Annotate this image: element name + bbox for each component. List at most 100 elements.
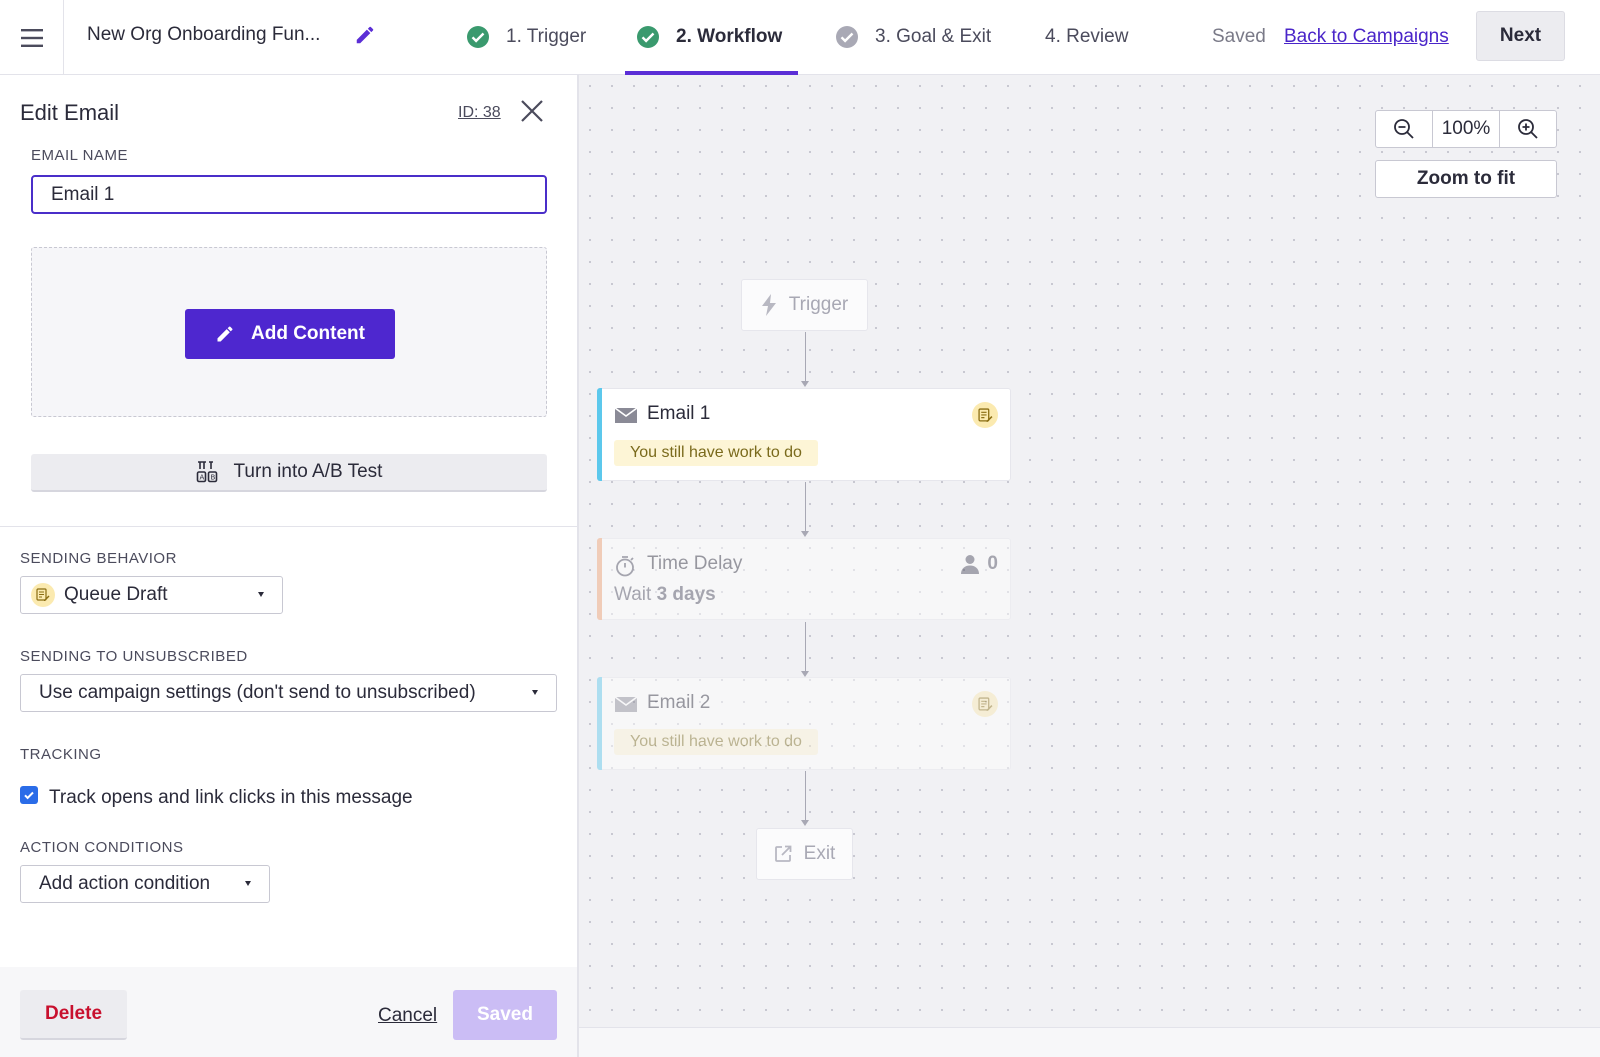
add-content-button[interactable]: Add Content xyxy=(185,309,395,359)
add-content-label: Add Content xyxy=(251,323,365,344)
saved-button: Saved xyxy=(453,990,557,1040)
tracking-checkbox-label: Track opens and link clicks in this mess… xyxy=(49,787,413,808)
delay-description: Wait 3 days xyxy=(614,584,716,606)
unsubscribed-select[interactable]: Use campaign settings (don't send to uns… xyxy=(20,674,557,712)
checkmark-icon xyxy=(24,791,34,800)
draft-status-icon xyxy=(972,402,998,428)
saved-status: Saved xyxy=(1212,26,1266,47)
check-circle-icon xyxy=(836,26,858,48)
step-workflow[interactable]: 2. Workflow xyxy=(636,22,782,52)
panel-divider xyxy=(0,526,577,527)
email-1-status: You still have work to do xyxy=(614,440,818,466)
email-id-link[interactable]: ID: 38 xyxy=(458,104,501,122)
unsubscribed-label: SENDING TO UNSUBSCRIBED xyxy=(20,648,248,665)
svg-text:B: B xyxy=(210,474,215,482)
action-conditions-label: ACTION CONDITIONS xyxy=(20,839,184,856)
stopwatch-icon xyxy=(616,556,634,577)
draft-status-icon xyxy=(972,691,998,717)
sending-behavior-select[interactable]: Queue Draft xyxy=(20,576,283,614)
exit-icon xyxy=(774,845,792,862)
connector-arrow xyxy=(801,381,809,387)
zoom-in-icon xyxy=(1518,119,1538,139)
envelope-icon xyxy=(614,407,638,423)
next-button[interactable]: Next xyxy=(1476,11,1565,61)
exit-node[interactable]: Exit xyxy=(756,828,853,880)
ab-test-icon: AB xyxy=(196,461,217,483)
email-2-title: Email 2 xyxy=(647,692,711,713)
chevron-down-icon xyxy=(532,690,538,695)
step-workflow-label: 2. Workflow xyxy=(676,26,783,47)
step-review[interactable]: 4. Review xyxy=(1045,22,1128,52)
step-trigger-label: 1. Trigger xyxy=(506,26,587,47)
menu-icon xyxy=(20,28,43,47)
check-circle-icon xyxy=(637,26,659,48)
tracking-label: TRACKING xyxy=(20,746,102,763)
connector-line xyxy=(805,482,806,532)
edit-email-panel: Edit Email ID: 38 EMAIL NAME Add Content… xyxy=(0,75,579,1057)
email-1-title: Email 1 xyxy=(647,403,711,424)
queue-draft-icon xyxy=(31,583,55,607)
trigger-node[interactable]: Trigger xyxy=(741,279,868,331)
action-condition-value: Add action condition xyxy=(39,873,211,894)
email-2-node[interactable]: Email 2 You still have work to do xyxy=(597,677,1011,770)
zoom-level: 100% xyxy=(1432,111,1500,147)
sending-behavior-label: SENDING BEHAVIOR xyxy=(20,550,177,567)
step-review-label: 4. Review xyxy=(1045,26,1129,47)
action-condition-select[interactable]: Add action condition xyxy=(20,865,270,903)
zoom-out-button[interactable] xyxy=(1376,111,1432,147)
envelope-icon xyxy=(614,696,638,712)
delay-count-value: 0 xyxy=(987,553,998,574)
ab-test-label: Turn into A/B Test xyxy=(233,461,383,482)
ab-test-button[interactable]: AB Turn into A/B Test xyxy=(31,454,547,492)
step-goal-exit[interactable]: 3. Goal & Exit xyxy=(835,22,991,52)
pencil-icon xyxy=(217,326,233,342)
zoom-controls: 100% xyxy=(1375,110,1557,148)
content-dropzone: Add Content xyxy=(31,247,547,417)
cancel-link[interactable]: Cancel xyxy=(378,1005,437,1027)
pencil-icon xyxy=(356,26,374,44)
zoom-to-fit-button[interactable]: Zoom to fit xyxy=(1375,160,1557,198)
zoom-in-button[interactable] xyxy=(1500,111,1556,147)
campaign-name: New Org Onboarding Fun... xyxy=(87,24,321,45)
close-icon xyxy=(521,100,543,122)
delay-wait-label: Wait xyxy=(614,584,652,605)
time-delay-title: Time Delay xyxy=(647,553,743,574)
zoom-out-icon xyxy=(1394,119,1414,139)
top-bar: New Org Onboarding Fun... 1. Trigger 2. … xyxy=(0,0,1600,75)
connector-line xyxy=(805,622,806,672)
tracking-row: Track opens and link clicks in this mess… xyxy=(20,786,413,809)
email-name-input[interactable] xyxy=(31,175,547,214)
connector-line xyxy=(805,332,806,382)
menu-button[interactable] xyxy=(0,0,64,75)
email-name-label: EMAIL NAME xyxy=(31,147,128,164)
node-accent xyxy=(597,677,602,770)
check-circle-icon xyxy=(467,26,489,48)
back-to-campaigns-link[interactable]: Back to Campaigns xyxy=(1284,26,1449,48)
step-trigger[interactable]: 1. Trigger xyxy=(466,22,586,52)
delete-button[interactable]: Delete xyxy=(20,990,127,1040)
connector-line xyxy=(805,771,806,821)
delay-person-count: 0 xyxy=(961,553,998,575)
trigger-node-label: Trigger xyxy=(788,294,849,315)
unsubscribed-value: Use campaign settings (don't send to uns… xyxy=(39,682,476,703)
connector-arrow xyxy=(801,820,809,826)
sending-behavior-value: Queue Draft xyxy=(64,584,168,605)
exit-node-label: Exit xyxy=(803,843,836,864)
panel-title: Edit Email xyxy=(20,100,120,125)
node-accent xyxy=(597,388,602,481)
edit-campaign-name-button[interactable] xyxy=(354,24,378,48)
chevron-down-icon xyxy=(258,592,264,597)
email-1-node[interactable]: Email 1 You still have work to do xyxy=(597,388,1011,481)
node-accent xyxy=(597,538,602,620)
person-icon xyxy=(961,555,980,574)
step-goal-exit-label: 3. Goal & Exit xyxy=(875,26,992,47)
lightning-icon xyxy=(761,294,776,316)
chevron-down-icon xyxy=(245,881,251,886)
panel-footer: Delete Cancel Saved xyxy=(0,967,577,1057)
connector-arrow xyxy=(801,531,809,537)
close-panel-button[interactable] xyxy=(520,99,546,125)
email-2-status: You still have work to do xyxy=(614,729,818,755)
tracking-checkbox[interactable] xyxy=(20,786,38,804)
time-delay-node[interactable]: Time Delay 0 Wait 3 days xyxy=(597,538,1011,620)
delay-duration: 3 days xyxy=(656,584,716,605)
